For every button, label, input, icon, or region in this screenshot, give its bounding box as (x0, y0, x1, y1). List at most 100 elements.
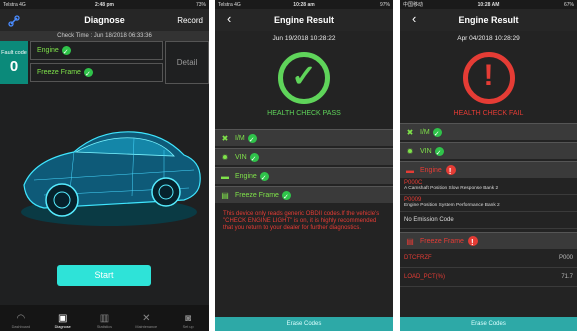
freeze-frame-row[interactable]: Freeze Frame (30, 63, 163, 84)
check-label: VIN (420, 147, 432, 155)
check-icon (61, 44, 71, 62)
gear-icon: ✹ (406, 146, 414, 156)
engine-result-pass-screen: Telstra 4G 10:28 am 97% ‹ Engine Result … (215, 0, 393, 331)
pass-check-icon: ✓ (278, 52, 330, 104)
dtc-item[interactable]: P000C A Camshaft Position Slow Response … (400, 178, 577, 195)
tab-diagnose[interactable]: ▣ Diagnose (44, 313, 82, 329)
link-icon[interactable] (8, 14, 20, 32)
diagnose-screen: Telstra 4G 2:48 pm 73% Diagnose Record C… (0, 0, 209, 331)
check-icon (259, 170, 269, 187)
nav-bar: Diagnose Record (0, 9, 209, 31)
check-icon (432, 126, 442, 143)
wrench-icon: ✖ (221, 133, 229, 143)
engine-row[interactable]: Engine (30, 41, 163, 62)
tab-label: Set up (182, 325, 194, 329)
freeze-frame-row: DTCFRZF P000 (400, 249, 577, 268)
result-date: Jun 19/2018 10:28:22 (272, 35, 336, 42)
car-wireframe-image (14, 100, 204, 240)
tab-statistics[interactable]: ▥ Statistics (85, 313, 123, 329)
engine-icon: ▬ (221, 171, 229, 181)
page-title: Engine Result (273, 15, 334, 25)
alert-icon (445, 163, 456, 180)
toolbox-icon: ▣ (57, 313, 68, 324)
check-row-im[interactable]: ✖ I/M (215, 129, 393, 149)
check-label: Freeze Frame (420, 237, 464, 245)
param-name: LOAD_PCT(%) (404, 274, 446, 280)
check-label: Engine (235, 172, 257, 180)
check-icon (281, 189, 291, 206)
check-row-engine[interactable]: ▬ Engine (215, 167, 393, 187)
param-value: 71.7 (561, 274, 573, 280)
clock: 10:28 AM (477, 1, 500, 8)
fault-code-count: 0 (9, 58, 19, 75)
erase-codes-button[interactable]: Erase Codes (215, 317, 393, 331)
gear-icon: ✹ (221, 152, 229, 162)
freeze-frame-label: Freeze Frame (37, 69, 81, 76)
check-row-vin[interactable]: ✹ VIN (215, 148, 393, 168)
tab-label: Diagnose (54, 325, 71, 329)
tab-maintenance[interactable]: ✕ Maintenance (127, 313, 165, 329)
freeze-frame-row: LOAD_PCT(%) 71.7 (400, 268, 577, 287)
dtc-description: A Camshaft Position Slow Response Bank 2 (404, 186, 499, 191)
check-icon (434, 145, 444, 162)
tab-setup[interactable]: ◙ Set up (169, 313, 207, 329)
status-bar: 中国移动 10:28 AM 67% (400, 0, 577, 9)
fault-code-box: Fault code 0 (0, 41, 28, 84)
engine-label: Engine (37, 47, 59, 54)
wrench-icon: ✖ (406, 127, 414, 137)
result-date: Apr 04/2018 10:28:29 (457, 35, 520, 42)
back-icon[interactable]: ‹ (227, 11, 231, 26)
check-label: I/M (235, 134, 245, 142)
check-icon (247, 132, 257, 149)
check-label: VIN (235, 153, 247, 161)
page-title: Diagnose (84, 15, 125, 25)
check-row-engine[interactable]: ▬ Engine (400, 161, 577, 180)
check-label: Freeze Frame (235, 191, 279, 199)
alert-icon (467, 234, 478, 251)
car-icon: ◙ (185, 313, 192, 324)
erase-codes-button[interactable]: Erase Codes (400, 317, 577, 331)
health-status: HEALTH CHECK PASS (267, 110, 341, 117)
check-row-freeze-frame[interactable]: ▤ Freeze Frame (215, 186, 393, 206)
engine-icon: ▬ (406, 165, 414, 175)
document-icon: ▤ (221, 190, 229, 200)
check-icon (83, 66, 93, 84)
tab-dashboard[interactable]: ◠ Dashboard (2, 313, 40, 329)
check-row-im[interactable]: ✖ I/M (400, 123, 577, 143)
dtc-description: Engine Position System Performance Bank … (404, 203, 500, 208)
check-label: Engine (420, 166, 442, 174)
status-bar: Telstra 4G 10:28 am 97% (215, 0, 393, 9)
no-emission-code: No Emission Code (400, 212, 577, 229)
param-value: P000 (558, 255, 573, 261)
page-title: Engine Result (458, 15, 519, 25)
check-label: I/M (420, 128, 430, 136)
clock: 2:48 pm (95, 1, 114, 8)
check-icon (249, 151, 259, 168)
tab-bar: ◠ Dashboard ▣ Diagnose ▥ Statistics ✕ Mainte… (0, 305, 209, 331)
dtc-item[interactable]: P0009 Engine Position System Performance… (400, 195, 577, 212)
tab-label: Statistics (96, 325, 113, 329)
nav-bar: ‹ Engine Result (400, 9, 577, 31)
fail-alert-icon: ! (462, 52, 515, 104)
clock: 10:28 am (293, 1, 315, 8)
start-button[interactable]: Start (57, 265, 151, 286)
tab-label: Dashboard (11, 325, 31, 329)
chart-icon: ▥ (99, 313, 110, 324)
check-time: Check Time : Jun 18/2018 06:33:36 (0, 31, 209, 41)
fault-code-label: Fault code (1, 50, 27, 56)
nav-bar: ‹ Engine Result (215, 9, 393, 31)
detail-button[interactable]: Detail (165, 41, 209, 84)
wrench-icon: ✕ (142, 313, 151, 324)
record-button[interactable]: Record (177, 16, 203, 25)
check-row-vin[interactable]: ✹ VIN (400, 142, 577, 162)
param-name: DTCFRZF (404, 255, 432, 261)
tab-label: Maintenance (135, 325, 158, 329)
status-bar: Telstra 4G 2:48 pm 73% (0, 0, 209, 9)
document-icon: ▤ (406, 236, 414, 246)
health-status: HEALTH CHECK FAIL (453, 110, 524, 117)
obd-note: This device only reads generic OBDII cod… (223, 211, 380, 231)
engine-result-fail-screen: 中国移动 10:28 AM 67% ‹ Engine Result Apr 04… (400, 0, 577, 331)
fault-summary: Fault code 0 Engine Freeze Frame Detail (0, 41, 209, 84)
back-icon[interactable]: ‹ (412, 11, 416, 26)
check-row-freeze-frame[interactable]: ▤ Freeze Frame (400, 232, 577, 251)
